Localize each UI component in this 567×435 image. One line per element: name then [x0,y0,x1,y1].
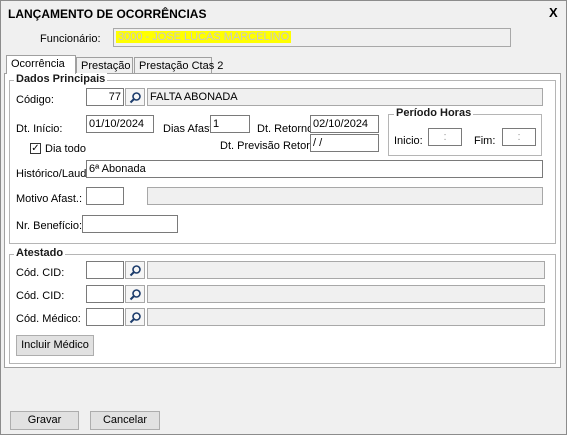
codigo-label: Código: [16,94,54,106]
codigo-search-button[interactable] [125,88,145,106]
gravar-button[interactable]: Gravar [10,411,79,430]
medico-input[interactable] [86,308,124,326]
dt-inicio-label: Dt. Início: [16,123,63,135]
nr-beneficio-label: Nr. Benefício: [16,220,83,232]
funcionario-field: 3000 - JOSE LUCAS MARCELINO [113,28,511,47]
group-periodo-horas-title: Período Horas [394,107,474,119]
funcionario-value: 3000 - JOSE LUCAS MARCELINO [116,31,292,43]
periodo-fim-input[interactable]: : [502,128,536,146]
tab-ocorrencia[interactable]: Ocorrência [6,55,76,74]
dias-afast-label: Dias Afast. [163,123,216,135]
cancelar-button[interactable]: Cancelar [90,411,160,430]
close-icon[interactable]: X [549,5,558,20]
dias-afast-input[interactable]: 1 [210,115,250,133]
cid2-description [147,285,545,303]
search-icon [129,91,141,103]
codigo-description: FALTA ABONADA [147,88,543,106]
group-dados-principais-title: Dados Principais [14,73,108,85]
medico-search-button[interactable] [125,308,145,326]
cid1-label: Cód. CID: [16,267,65,279]
periodo-inicio-input[interactable]: : [428,128,462,146]
historico-input[interactable]: 6ª Abonada [86,160,543,178]
cid2-search-button[interactable] [125,285,145,303]
nr-beneficio-input[interactable] [82,215,178,233]
dia-todo-label: Dia todo [45,143,86,155]
cid1-description [147,261,545,279]
funcionario-label: Funcionário: [40,33,101,45]
dia-todo-checkbox[interactable]: ✓ [30,143,41,154]
periodo-inicio-label: Inicio: [394,135,423,147]
dt-retorno-input[interactable]: 02/10/2024 [310,115,379,133]
search-icon [129,264,141,276]
group-atestado-title: Atestado [14,247,66,259]
cid2-input[interactable] [86,285,124,303]
cid2-label: Cód. CID: [16,290,65,302]
motivo-afast-label: Motivo Afast.: [16,193,83,205]
dt-inicio-input[interactable]: 01/10/2024 [86,115,154,133]
dt-retorno-label: Dt. Retorno: [257,123,317,135]
historico-label: Histórico/Laudo: [16,168,96,180]
medico-label: Cód. Médico: [16,313,81,325]
motivo-afast-description [147,187,543,205]
medico-description [147,308,545,326]
cid1-search-button[interactable] [125,261,145,279]
search-icon [129,311,141,323]
dt-previsao-input[interactable]: / / [310,134,379,152]
cid1-input[interactable] [86,261,124,279]
periodo-fim-label: Fim: [474,135,496,147]
motivo-afast-input[interactable] [86,187,124,205]
codigo-input[interactable]: 77 [86,88,124,106]
window-title: LANÇAMENTO DE OCORRÊNCIAS [8,7,207,21]
search-icon [129,288,141,300]
tab-prestacao-ctas[interactable]: Prestação Ctas [76,57,156,73]
tab-prestacao-ctas-2[interactable]: Prestação Ctas 2 [134,57,223,73]
incluir-medico-button[interactable]: Incluir Médico [16,335,94,356]
